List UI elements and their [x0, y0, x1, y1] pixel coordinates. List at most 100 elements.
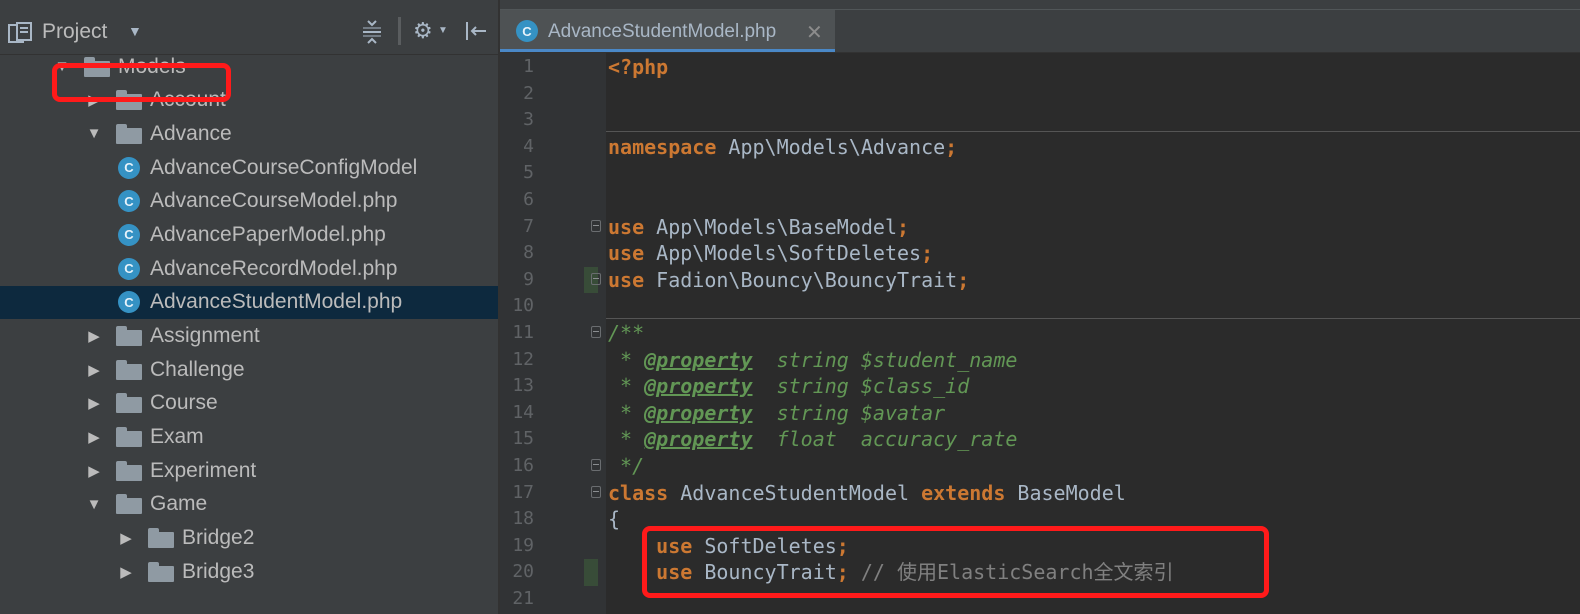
code-token: ;	[897, 214, 910, 239]
code-token: extends	[921, 480, 1006, 505]
gear-icon[interactable]: ⚙	[413, 18, 433, 44]
fold-marker-icon[interactable]	[591, 272, 601, 285]
tree-folder-item[interactable]: ▶ Course	[0, 387, 498, 421]
tree-file-item[interactable]: C AdvancePaperModel.php	[0, 218, 498, 252]
code-line[interactable]: 13 * @property string $class_id	[500, 373, 1580, 400]
tree-file-item[interactable]: C AdvanceCourseModel.php	[0, 184, 498, 218]
close-icon[interactable]: ✕	[806, 20, 823, 45]
line-number: 18	[512, 508, 534, 530]
code-token: @property	[644, 374, 753, 399]
expand-right-icon[interactable]: ▶	[84, 462, 104, 480]
code-token: use	[608, 214, 645, 239]
expand-down-icon[interactable]: ▼	[84, 496, 104, 513]
code-token: {	[608, 507, 621, 532]
line-number: 8	[523, 242, 534, 264]
code-line[interactable]: 8 use App\Models\SoftDeletes;	[500, 240, 1580, 267]
folder-icon	[116, 460, 142, 481]
code-line[interactable]: 14 * @property string $avatar	[500, 400, 1580, 427]
tree-folder-item[interactable]: ▶ Bridge2	[0, 521, 498, 555]
folder-icon	[116, 494, 142, 515]
code-line[interactable]: 7 use App\Models\BaseModel;	[500, 214, 1580, 241]
code-line[interactable]: 3	[500, 107, 1580, 134]
collapse-all-icon[interactable]	[361, 20, 383, 44]
code-line[interactable]: 2	[500, 81, 1580, 108]
tree-file-item[interactable]: C AdvanceStudentModel.php	[0, 285, 498, 320]
code-token: use	[608, 241, 645, 266]
code-text: * @property string $avatar	[608, 400, 945, 427]
tree-folder-item[interactable]: ▶ Experiment	[0, 454, 498, 488]
code-line[interactable]: 11 /**	[500, 320, 1580, 347]
php-class-icon: C	[118, 223, 140, 246]
expand-right-icon[interactable]: ▶	[116, 529, 136, 547]
project-panel-header: Project ▼ ⚙ ▼	[0, 0, 498, 55]
tree-file-item[interactable]: C AdvanceCourseConfigModel	[0, 151, 498, 185]
expand-down-icon[interactable]: ▼	[84, 125, 104, 142]
line-number: 7	[523, 215, 534, 237]
code-text: {	[608, 506, 620, 533]
vcs-change-marker[interactable]	[584, 559, 598, 586]
code-token: namespace	[608, 134, 717, 159]
fold-marker-icon[interactable]	[591, 219, 601, 232]
code-line[interactable]: 4 namespace App\Models\Advance;	[500, 134, 1580, 161]
fold-marker-icon[interactable]	[591, 459, 601, 471]
tree-item-label: AdvancePaperModel.php	[150, 222, 386, 246]
annotation-box-models	[52, 63, 231, 102]
code-line[interactable]: 10	[500, 293, 1580, 320]
project-title[interactable]: Project	[42, 20, 107, 44]
fold-marker-icon[interactable]	[591, 326, 601, 338]
toolbar-separator	[398, 17, 401, 45]
code-line[interactable]: 12 * @property string $student_name	[500, 347, 1580, 374]
tab-advance-student-model[interactable]: C AdvanceStudentModel.php ✕	[500, 10, 835, 52]
code-line[interactable]: 5	[500, 160, 1580, 187]
line-number: 14	[512, 401, 534, 423]
code-token: *	[608, 400, 645, 425]
code-line[interactable]: 17 class AdvanceStudentModel extends Base…	[500, 480, 1580, 507]
tree-folder-item[interactable]: ▶ Bridge3	[0, 555, 498, 589]
php-class-icon: C	[118, 190, 140, 213]
expand-right-icon[interactable]: ▶	[84, 394, 104, 412]
code-token: App\Models\SoftDeletes	[644, 241, 922, 266]
code-text: use App\Models\BaseModel;	[608, 214, 909, 241]
tree-item-label: AdvanceCourseModel.php	[150, 189, 398, 213]
folder-icon	[116, 393, 142, 414]
code-token: string $class_id	[752, 374, 970, 399]
code-text: <?php	[608, 54, 668, 81]
tree-item-label: Challenge	[150, 357, 245, 381]
folder-icon	[116, 359, 142, 380]
expand-right-icon[interactable]: ▶	[84, 361, 104, 379]
code-token: string $avatar	[752, 400, 946, 425]
line-number: 10	[512, 295, 534, 317]
tree-folder-item[interactable]: ▶ Challenge	[0, 353, 498, 387]
fold-marker-icon[interactable]	[591, 485, 601, 498]
line-number: 19	[512, 534, 534, 556]
tree-folder-item[interactable]: ▼ Game	[0, 488, 498, 522]
folder-icon	[148, 528, 174, 549]
chevron-down-icon[interactable]: ▼	[128, 23, 142, 39]
code-token: App\Models\BaseModel	[644, 214, 897, 239]
line-number: 21	[512, 588, 534, 609]
code-token: @property	[644, 400, 753, 425]
code-token: /**	[608, 321, 645, 345]
code-line[interactable]: 9 use Fadion\Bouncy\BouncyTrait;	[500, 266, 1580, 294]
tree-folder-item[interactable]: ▶ Assignment	[0, 319, 498, 353]
hide-panel-icon[interactable]	[464, 19, 488, 43]
tree-folder-item[interactable]: ▶ Exam	[0, 420, 498, 454]
code-token: AdvanceStudentModel	[668, 480, 922, 505]
expand-right-icon[interactable]: ▶	[116, 563, 136, 581]
line-number: 3	[523, 109, 534, 131]
code-text: * @property string $class_id	[608, 373, 969, 400]
chevron-down-icon[interactable]: ▼	[438, 25, 448, 36]
code-line[interactable]: 16 */	[500, 453, 1580, 480]
code-text: use Fadion\Bouncy\BouncyTrait;	[608, 267, 969, 294]
line-number: 9	[523, 268, 534, 290]
expand-right-icon[interactable]: ▶	[84, 428, 104, 446]
tree-folder-item[interactable]: ▼ Advance	[0, 117, 498, 151]
code-line[interactable]: 1 <?php	[500, 54, 1580, 81]
tree-file-item[interactable]: C AdvanceRecordModel.php	[0, 252, 498, 286]
tab-bar-top-strip	[500, 0, 1580, 10]
code-line[interactable]: 6	[500, 187, 1580, 214]
code-line[interactable]: 15 * @property float accuracy_rate	[500, 426, 1580, 453]
code-token: @property	[644, 347, 753, 372]
expand-right-icon[interactable]: ▶	[84, 327, 104, 345]
line-number: 17	[512, 481, 534, 503]
